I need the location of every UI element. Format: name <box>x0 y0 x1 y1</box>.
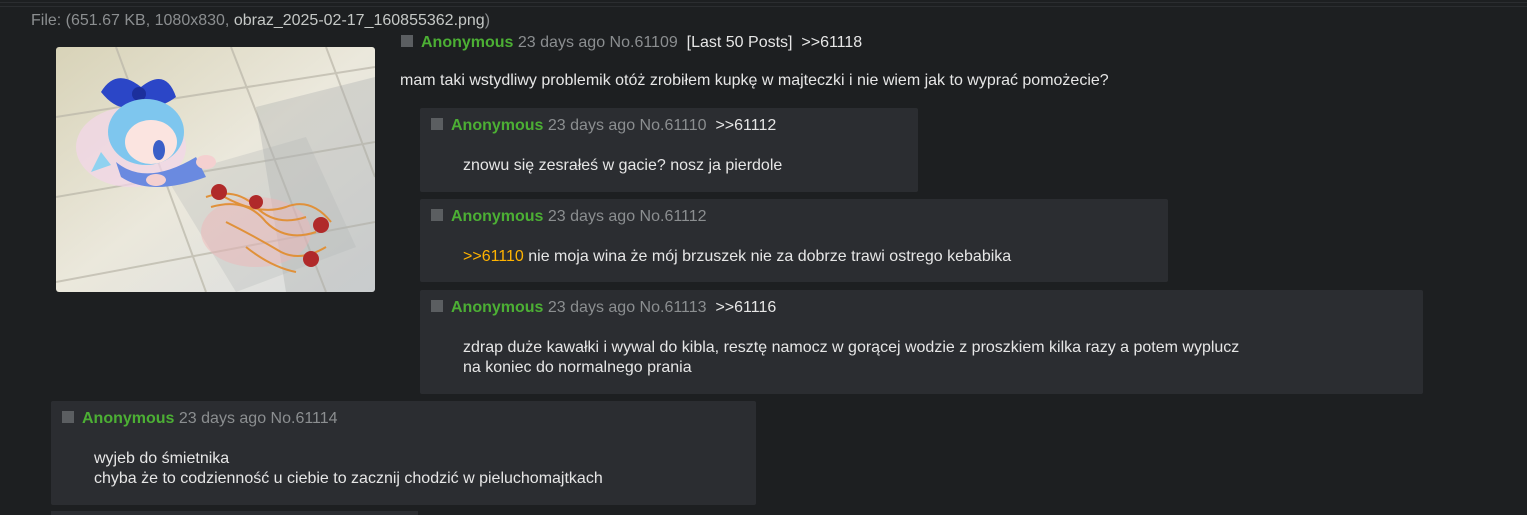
post-select-checkbox[interactable] <box>401 34 413 47</box>
post-select-checkbox[interactable] <box>62 410 74 423</box>
file-sep: , <box>145 12 155 29</box>
post-time: 23 days ago <box>547 208 636 225</box>
post-time: 23 days ago <box>547 299 636 316</box>
body-line: na koniec do normalnego prania <box>463 359 692 376</box>
body-line: znowu się zesrałeś w gacie? nosz ja pier… <box>463 157 783 174</box>
op-post-header: Anonymous 23 days ago No.61109 [Last 50 … <box>401 34 862 52</box>
file-info: File: (651.67 KB, 1080x830, obraz_2025-0… <box>31 12 490 30</box>
body-line: chyba że to codzienność u ciebie to zacz… <box>94 470 603 487</box>
backlink[interactable]: >>61118 <box>801 34 862 51</box>
top-border-inner <box>0 6 1527 7</box>
poster-name: Anonymous <box>451 208 544 225</box>
body-text: nie moja wina że mój brzuszek nie za dob… <box>523 248 1012 265</box>
reply-header: Anonymous 23 days ago No.61113 >>61116 <box>431 299 776 317</box>
post-number-link[interactable]: No.61109 <box>610 34 678 51</box>
poster-name: Anonymous <box>451 117 544 134</box>
next-reply-post <box>51 511 418 515</box>
body-line: zdrap duże kawałki i wywal do kibla, res… <box>463 339 1240 356</box>
backlink[interactable]: >>61116 <box>715 299 776 316</box>
post-number-link[interactable]: No.61110 <box>640 117 707 134</box>
post-number-link[interactable]: No.61114 <box>271 410 338 427</box>
file-size: 651.67 KB <box>71 12 146 29</box>
reply-body: zdrap duże kawałki i wywal do kibla, res… <box>463 338 1239 378</box>
file-name-link[interactable]: obraz_2025-02-17_160855362.png <box>234 12 485 29</box>
file-info-suffix: ) <box>484 12 491 29</box>
op-post-body: mam taki wstydliwy problemik otóż zrobił… <box>400 72 1109 89</box>
post-select-checkbox[interactable] <box>431 208 443 221</box>
reply-post: Anonymous 23 days ago No.61113 >>61116 z… <box>420 290 1423 394</box>
post-time: 23 days ago <box>178 410 267 427</box>
reply-post: Anonymous 23 days ago No.61110 >>61112 z… <box>420 108 918 192</box>
file-sep: , <box>224 12 234 29</box>
reply-post: Anonymous 23 days ago No.61114 wyjeb do … <box>51 401 756 505</box>
reply-header: Anonymous 23 days ago No.61114 <box>62 410 338 428</box>
poster-name: Anonymous <box>82 410 175 427</box>
last-50-posts-link[interactable]: [Last 50 Posts] <box>687 34 793 51</box>
post-number-link[interactable]: No.61112 <box>640 208 707 225</box>
post-time: 23 days ago <box>517 34 606 51</box>
file-info-prefix: File: ( <box>31 12 71 29</box>
poster-name: Anonymous <box>421 34 514 51</box>
reply-header: Anonymous 23 days ago No.61112 <box>431 208 707 226</box>
op-image-thumbnail[interactable] <box>56 47 375 292</box>
reply-post: Anonymous 23 days ago No.61112 >>61110 n… <box>420 199 1168 282</box>
reply-body: znowu się zesrałeś w gacie? nosz ja pier… <box>463 156 782 176</box>
post-number-link[interactable]: No.61113 <box>640 299 707 316</box>
post-select-checkbox[interactable] <box>431 299 443 312</box>
backlink[interactable]: >>61112 <box>715 117 776 134</box>
top-border <box>0 2 1527 3</box>
file-dimensions: 1080x830 <box>154 12 225 29</box>
body-line: wyjeb do śmietnika <box>94 450 230 467</box>
poster-name: Anonymous <box>451 299 544 316</box>
reply-header: Anonymous 23 days ago No.61110 >>61112 <box>431 117 776 135</box>
reply-body: >>61110 nie moja wina że mój brzuszek ni… <box>463 247 1011 267</box>
body-line: >>61110 nie moja wina że mój brzuszek ni… <box>463 247 1011 267</box>
post-select-checkbox[interactable] <box>431 117 443 130</box>
post-time: 23 days ago <box>547 117 636 134</box>
reply-body: wyjeb do śmietnika chyba że to codzienno… <box>94 449 603 489</box>
quote-link[interactable]: >>61110 <box>463 248 524 265</box>
